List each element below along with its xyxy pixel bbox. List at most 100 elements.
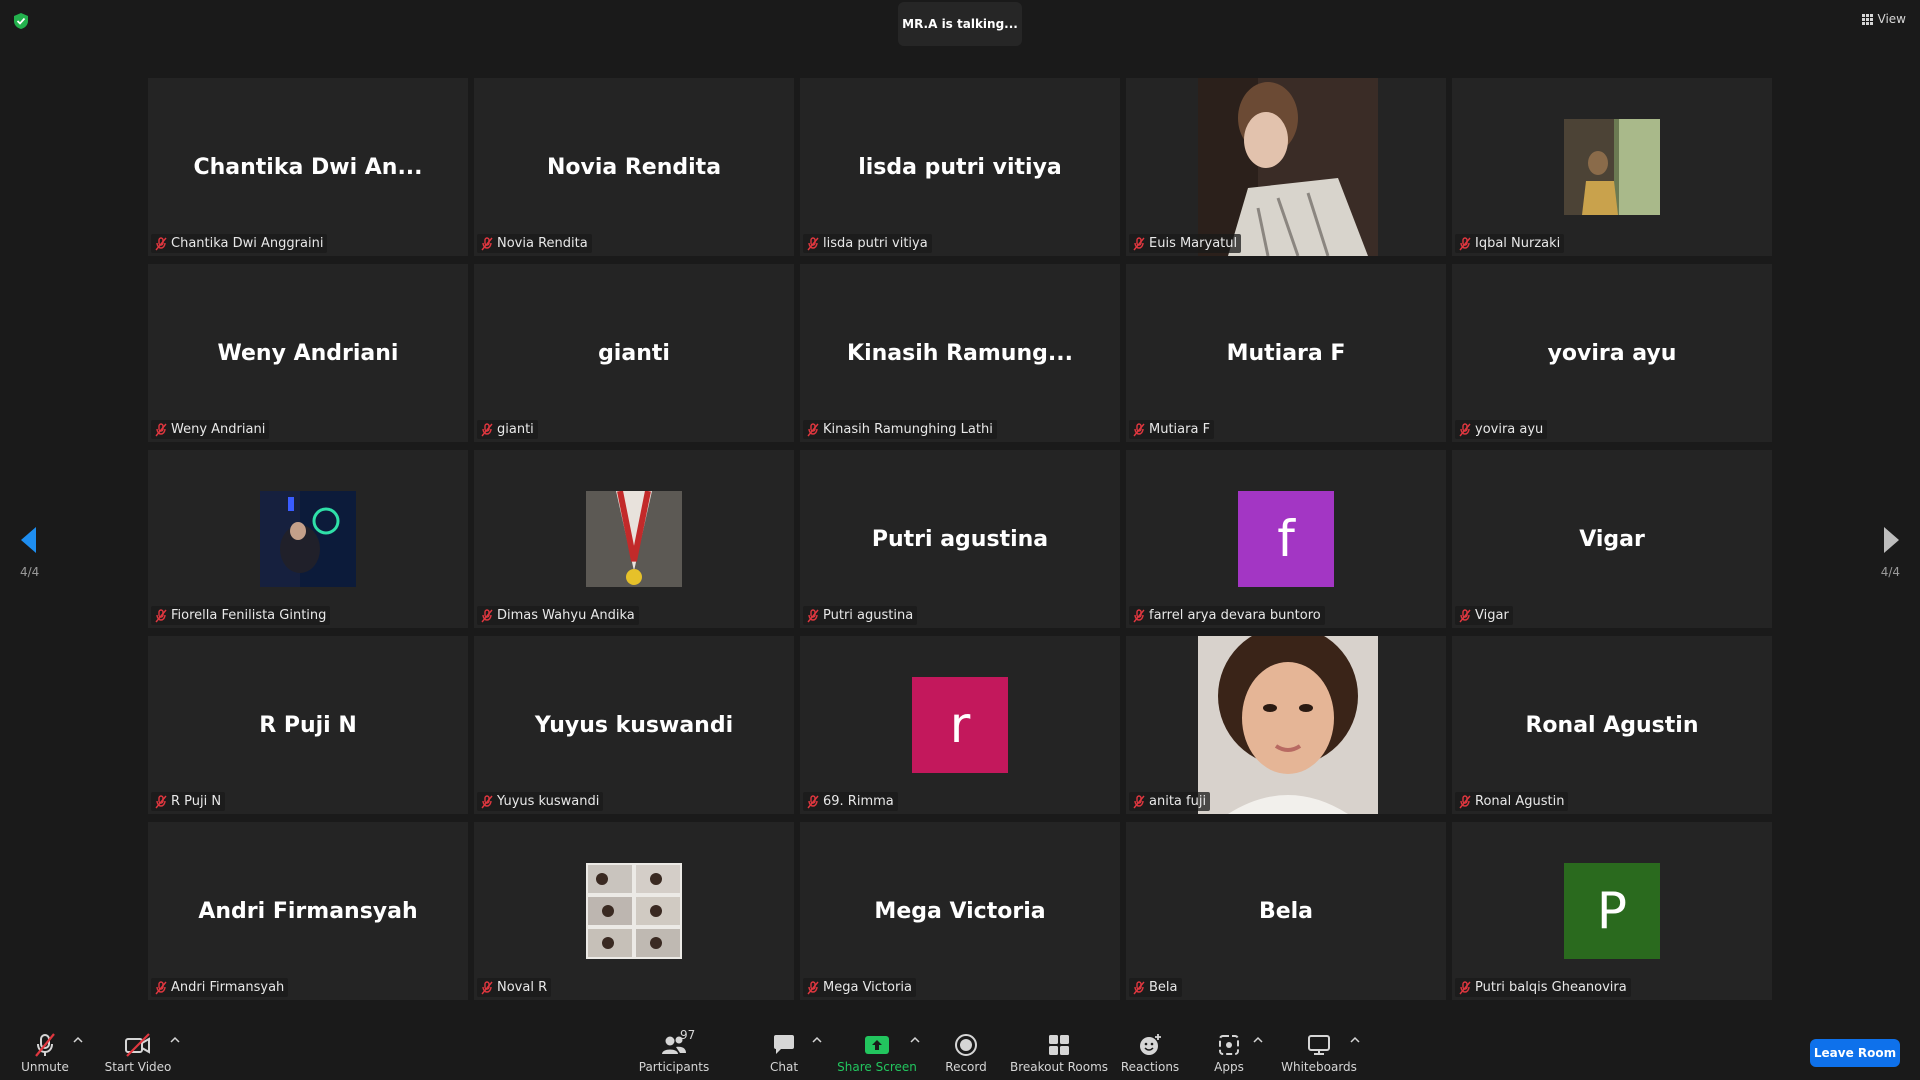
participant-tile[interactable]: R Puji N R Puji N [148,636,468,814]
apps-options-caret-icon[interactable] [1253,1036,1263,1044]
previous-page-arrow-icon[interactable] [18,525,38,555]
participant-initial-avatar: f [1238,491,1334,587]
participant-name-label: Fiorella Fenilista Ginting [151,606,331,625]
participant-tile[interactable]: gianti gianti [474,264,794,442]
participant-tile[interactable]: Dimas Wahyu Andika [474,450,794,628]
participants-count: 97 [680,1028,696,1042]
whiteboards-button[interactable]: Whiteboards [1281,1032,1357,1074]
participant-tile[interactable]: Chantika Dwi An... Chantika Dwi Anggraini [148,78,468,256]
participant-name-label: Putri balqis Gheanovira [1455,978,1631,997]
participant-tile[interactable]: yovira ayu yovira ayu [1452,264,1772,442]
tile-content: Putri agustina [800,450,1120,628]
microphone-muted-icon [481,794,493,808]
participant-name: gianti [497,422,534,437]
participant-name: 69. Rimma [823,794,894,809]
tile-content: yovira ayu [1452,264,1772,442]
chat-button[interactable]: Chat [770,1032,798,1074]
participant-name-label: 69. Rimma [803,792,898,811]
participant-photo [1198,636,1378,814]
microphone-muted-icon [481,422,493,436]
apps-button[interactable]: Apps [1214,1032,1244,1074]
page-indicator-left: 4/4 [20,565,40,579]
whiteboards-options-caret-icon[interactable] [1350,1036,1360,1044]
next-page-arrow-icon[interactable] [1882,525,1902,555]
microphone-muted-icon [481,980,493,994]
tile-content: Chantika Dwi An... [148,78,468,256]
audio-options-caret-icon[interactable] [73,1036,83,1044]
share-screen-button[interactable]: Share Screen [837,1032,917,1074]
share-screen-label: Share Screen [837,1060,917,1074]
participant-name-label: Chantika Dwi Anggraini [151,234,328,253]
microphone-muted-icon [807,980,819,994]
participant-tile[interactable]: Noval R [474,822,794,1000]
participant-tile[interactable]: Kinasih Ramung... Kinasih Ramunghing Lath… [800,264,1120,442]
share-options-caret-icon[interactable] [910,1036,920,1044]
participant-display-name: Mutiara F [1226,340,1346,366]
participant-name-label: Mutiara F [1129,420,1215,439]
reactions-label: Reactions [1120,1060,1180,1074]
participant-tile[interactable]: Bela Bela [1126,822,1446,1000]
participant-tile[interactable]: Weny Andriani Weny Andriani [148,264,468,442]
chat-options-caret-icon[interactable] [812,1036,822,1044]
record-button[interactable]: Record [945,1032,987,1074]
view-button[interactable]: View [1861,12,1906,26]
participant-tile[interactable]: Mega Victoria Mega Victoria [800,822,1120,1000]
participant-display-name: Andri Firmansyah [198,898,418,924]
participant-name-label: Euis Maryatul [1129,234,1242,253]
participant-tile[interactable]: Vigar Vigar [1452,450,1772,628]
participant-tile[interactable]: Andri Firmansyah Andri Firmansyah [148,822,468,1000]
participant-photo [586,491,682,587]
participant-name-label: farrel arya devara buntoro [1129,606,1325,625]
start-video-label: Start Video [104,1060,172,1074]
participant-tile[interactable]: Euis Maryatul [1126,78,1446,256]
participant-name: Chantika Dwi Anggraini [171,236,324,251]
tile-content [1126,636,1446,814]
participant-tile[interactable]: Yuyus kuswandi Yuyus kuswandi [474,636,794,814]
participant-name: R Puji N [171,794,222,809]
participant-display-name: gianti [598,340,670,366]
participants-button[interactable]: 97 Participants [638,1028,710,1074]
video-options-caret-icon[interactable] [170,1036,180,1044]
apps-label: Apps [1214,1060,1244,1074]
participant-name-label: lisda putri vitiya [803,234,932,253]
tile-content: Vigar [1452,450,1772,628]
microphone-muted-icon [1459,236,1471,250]
breakout-rooms-button[interactable]: Breakout Rooms [1010,1032,1108,1074]
participant-tile[interactable]: Fiorella Fenilista Ginting [148,450,468,628]
participant-name: Andri Firmansyah [171,980,285,995]
participant-tile[interactable]: r 69. Rimma [800,636,1120,814]
tile-content: R Puji N [148,636,468,814]
participant-name: Ronal Agustin [1475,794,1565,809]
participant-name-label: Mega Victoria [803,978,916,997]
participant-name: Euis Maryatul [1149,236,1238,251]
participant-tile[interactable]: anita fuji [1126,636,1446,814]
participant-tile[interactable]: Mutiara F Mutiara F [1126,264,1446,442]
reactions-button[interactable]: Reactions [1120,1032,1180,1074]
microphone-muted-icon [155,422,167,436]
participant-tile[interactable]: Novia Rendita Novia Rendita [474,78,794,256]
participant-name: Yuyus kuswandi [497,794,600,809]
participant-tile[interactable]: lisda putri vitiya lisda putri vitiya [800,78,1120,256]
security-shield-icon[interactable] [12,12,30,30]
page-indicator-right: 4/4 [1880,565,1900,579]
participant-display-name: yovira ayu [1547,340,1677,366]
participant-tile[interactable]: P Putri balqis Gheanovira [1452,822,1772,1000]
participant-photo [586,863,682,959]
participant-display-name: Chantika Dwi An... [193,154,423,180]
unmute-button[interactable]: Unmute [20,1032,70,1074]
participant-tile[interactable]: Putri agustina Putri agustina [800,450,1120,628]
start-video-button[interactable]: Start Video [104,1032,172,1074]
participant-name: Kinasih Ramunghing Lathi [823,422,993,437]
participant-name-label: Noval R [477,978,552,997]
participant-name: Dimas Wahyu Andika [497,608,635,623]
microphone-muted-icon [155,608,167,622]
participant-gallery: Chantika Dwi An... Chantika Dwi Anggraini… [148,78,1772,1000]
participant-tile[interactable]: Iqbal Nurzaki [1452,78,1772,256]
record-label: Record [945,1060,987,1074]
participants-label: Participants [638,1060,710,1074]
leave-room-button[interactable]: Leave Room [1810,1039,1900,1067]
participant-tile[interactable]: Ronal Agustin Ronal Agustin [1452,636,1772,814]
participant-tile[interactable]: f farrel arya devara buntoro [1126,450,1446,628]
participant-name: Novia Rendita [497,236,588,251]
tile-content: r [800,636,1120,814]
